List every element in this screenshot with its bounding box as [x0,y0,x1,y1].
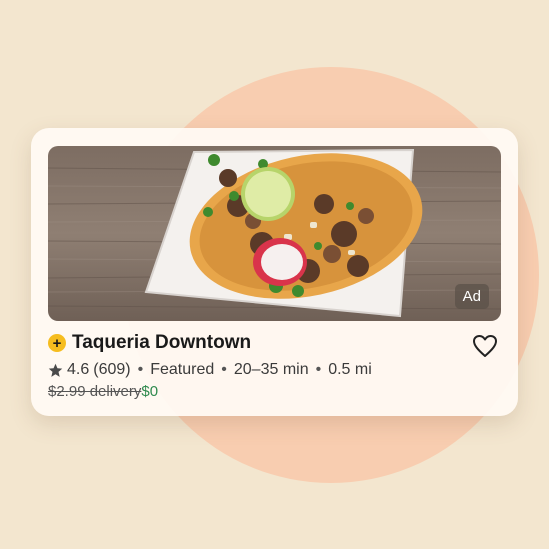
discounted-delivery-fee: $0 [141,383,159,400]
featured-label: Featured [150,361,215,378]
store-name[interactable]: Taqueria Downtown [72,332,251,354]
eta-label: 20–35 min [233,361,309,378]
taco-image [48,146,501,321]
original-delivery-fee: $2.99 delivery [48,383,142,400]
heart-outline-icon[interactable] [472,334,498,358]
ad-badge: Ad [454,284,489,309]
title-row: + Taqueria Downtown [48,332,251,354]
separator: • [137,361,144,378]
separator: • [315,361,322,378]
store-meta: 4.6 (609) • Featured • 20–35 min • 0.5 m… [48,361,372,379]
food-photo[interactable]: Ad [48,146,501,321]
rating-value: 4.6 [67,361,90,378]
separator: • [221,361,227,378]
review-count: (609) [93,361,131,378]
star-icon [48,363,63,377]
plus-badge-icon: + [48,334,66,352]
distance-label: 0.5 mi [328,361,372,378]
delivery-fee: $2.99 delivery$0 [48,383,158,400]
store-card[interactable]: Ad + Taqueria Downtown 4.6 (609) • Featu… [31,128,518,416]
